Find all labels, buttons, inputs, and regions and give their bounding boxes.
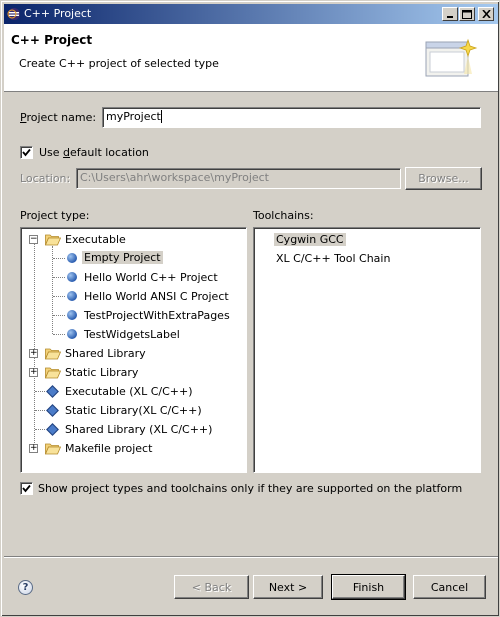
project-type-tree[interactable]: − Executable Empty Project Hello World C… — [20, 227, 247, 473]
minimize-icon — [447, 16, 453, 18]
dialog-window: C++ Project C++ Project Create C++ proje… — [0, 0, 500, 617]
expand-icon[interactable]: + — [29, 368, 38, 377]
back-button-label: < Back — [191, 580, 232, 594]
finish-button-label: Finish — [352, 580, 385, 594]
project-type-icon — [67, 310, 77, 320]
use-default-location-label[interactable]: Use default location — [39, 146, 149, 159]
diamond-icon — [46, 385, 59, 398]
folder-icon — [45, 348, 61, 360]
toolchains-list[interactable]: Cygwin GCC XL C/C++ Tool Chain — [253, 227, 481, 473]
location-label: Location: — [20, 172, 71, 185]
project-type-icon — [67, 291, 77, 301]
maximize-button[interactable] — [459, 7, 475, 21]
checkmark-icon — [22, 484, 31, 493]
show-supported-only-checkbox[interactable] — [20, 482, 33, 495]
tree-item-executable-xl[interactable]: Executable (XL C/C++) — [21, 382, 246, 401]
tree-item-shared-library[interactable]: + Shared Library — [21, 344, 246, 363]
toolchain-item-xl-c-cpp[interactable]: XL C/C++ Tool Chain — [254, 249, 480, 268]
minimize-button[interactable] — [442, 7, 458, 21]
next-button-label: Next > — [268, 580, 308, 594]
tree-item-hello-world-ansi-c[interactable]: Hello World ANSI C Project — [21, 287, 246, 306]
project-type-icon — [67, 253, 77, 263]
header-description: Create C++ project of selected type — [19, 57, 219, 70]
diamond-icon — [46, 423, 59, 436]
toolchain-item-cygwin-gcc[interactable]: Cygwin GCC — [254, 230, 480, 249]
cancel-button[interactable]: Cancel — [413, 575, 486, 599]
tree-item-test-project-extra-pages[interactable]: TestProjectWithExtraPages — [21, 306, 246, 325]
close-icon — [481, 10, 491, 18]
tree-item-hello-world-cpp[interactable]: Hello World C++ Project — [21, 268, 246, 287]
expand-icon[interactable]: + — [29, 349, 38, 358]
window-title: C++ Project — [24, 7, 92, 20]
back-button[interactable]: < Back — [174, 575, 249, 599]
show-supported-only-label[interactable]: Show project types and toolchains only i… — [38, 482, 462, 495]
tree-item-makefile-project[interactable]: + Makefile project — [21, 439, 246, 458]
project-type-icon — [67, 272, 77, 282]
tree-item-static-library[interactable]: + Static Library — [21, 363, 246, 382]
wizard-banner-icon — [425, 38, 478, 77]
project-name-input[interactable]: myProject — [102, 107, 481, 128]
checkmark-icon — [22, 148, 31, 157]
header-title: C++ Project — [11, 33, 93, 47]
toolchains-label: Toolchains: — [253, 209, 314, 222]
tree-item-executable[interactable]: − Executable — [21, 230, 246, 249]
finish-button[interactable]: Finish — [331, 574, 406, 600]
title-bar[interactable]: C++ Project — [4, 4, 498, 24]
location-input[interactable]: C:\Users\ahr\workspace\myProject — [76, 168, 401, 189]
use-default-location-checkbox[interactable] — [20, 146, 33, 159]
next-button[interactable]: Next > — [253, 575, 323, 599]
project-type-icon — [67, 329, 77, 339]
tree-item-test-widgets-label[interactable]: TestWidgetsLabel — [21, 325, 246, 344]
expand-icon[interactable]: + — [29, 444, 38, 453]
tree-item-empty-project[interactable]: Empty Project — [21, 249, 246, 268]
maximize-icon — [462, 9, 472, 19]
collapse-icon[interactable]: − — [29, 235, 38, 244]
folder-open-icon — [45, 234, 61, 246]
diamond-icon — [46, 404, 59, 417]
folder-icon — [45, 443, 61, 455]
eclipse-icon — [7, 8, 20, 20]
close-button[interactable] — [478, 7, 494, 21]
project-name-label: Project name: — [20, 111, 97, 124]
project-type-label: Project type: — [20, 209, 90, 222]
cancel-button-label: Cancel — [430, 580, 469, 594]
help-icon[interactable]: ? — [18, 580, 33, 595]
browse-button[interactable]: Browse... — [405, 167, 482, 190]
footer-separator — [4, 556, 498, 558]
wizard-header: C++ Project Create C++ project of select… — [4, 24, 498, 92]
folder-icon — [45, 367, 61, 379]
tree-item-static-library-xl[interactable]: Static Library(XL C/C++) — [21, 401, 246, 420]
tree-item-shared-library-xl[interactable]: Shared Library (XL C/C++) — [21, 420, 246, 439]
